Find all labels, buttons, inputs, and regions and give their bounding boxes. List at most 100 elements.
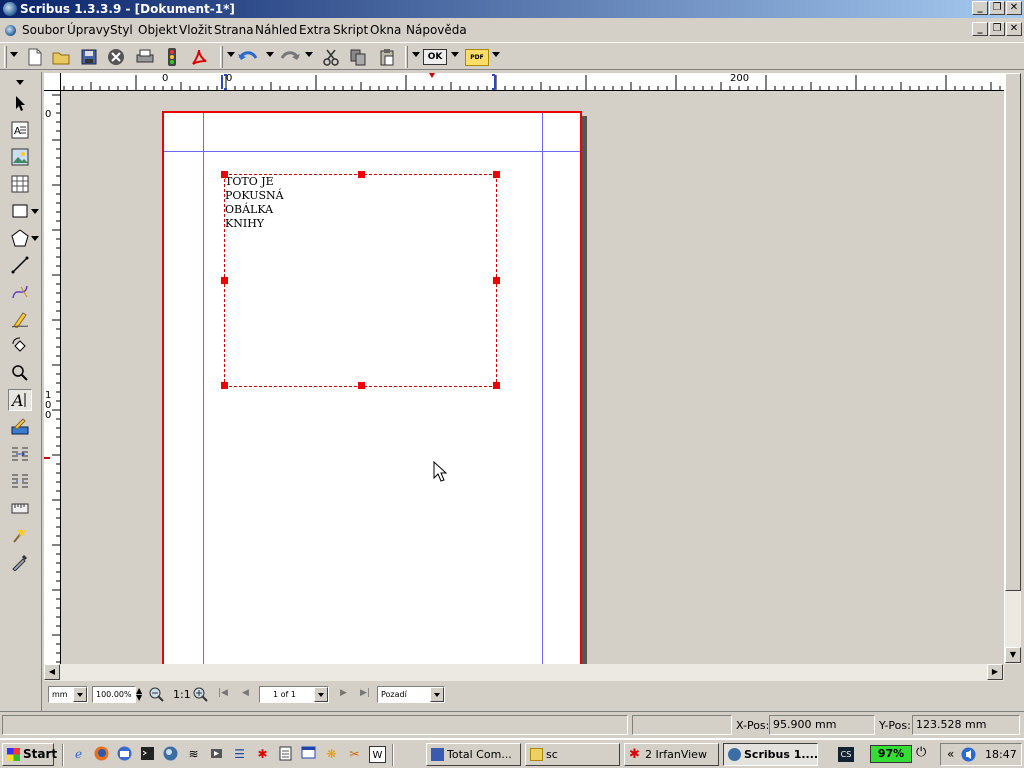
menu-okna[interactable]: Okna <box>370 23 401 37</box>
resize-handle[interactable] <box>221 171 228 178</box>
scroll-left-button[interactable]: ◀ <box>44 664 60 680</box>
zoom-input[interactable]: 100.00% <box>92 686 136 703</box>
measurements-icon[interactable] <box>8 497 32 519</box>
start-button[interactable]: Start <box>2 743 57 766</box>
save-icon[interactable] <box>78 46 100 68</box>
battery-indicator[interactable]: 97% <box>870 745 912 763</box>
doc-minimize-button[interactable]: _ <box>972 22 988 36</box>
console-icon[interactable] <box>139 746 156 763</box>
paste-icon[interactable] <box>376 46 398 68</box>
table-icon[interactable] <box>8 173 32 195</box>
edit-text-icon[interactable]: A <box>8 389 32 411</box>
freehand-line-icon[interactable] <box>8 308 32 330</box>
undo-icon[interactable] <box>237 46 259 68</box>
doc-close-button[interactable]: ✕ <box>1006 22 1022 36</box>
rotate-icon[interactable] <box>8 335 32 357</box>
menu-extra[interactable]: Extra <box>299 23 331 37</box>
language-indicator[interactable]: CS <box>838 747 854 762</box>
story-editor-icon[interactable] <box>8 416 32 438</box>
menu-objekt[interactable]: Objekt <box>138 23 177 37</box>
cut-icon[interactable] <box>320 46 342 68</box>
paint-icon[interactable]: ❋ <box>323 746 340 763</box>
list-app-icon[interactable]: ☰ <box>231 746 248 763</box>
zoom-out-icon[interactable] <box>148 686 164 705</box>
select-arrow-icon[interactable] <box>8 92 32 114</box>
open-folder-icon[interactable] <box>50 46 72 68</box>
last-page-icon[interactable]: ▶| <box>360 688 370 698</box>
chevron-down-icon[interactable] <box>16 80 24 85</box>
resize-handle[interactable] <box>493 277 500 284</box>
link-text-frames-icon[interactable] <box>8 443 32 465</box>
ok-button[interactable]: OK <box>423 49 447 65</box>
new-document-icon[interactable] <box>24 46 46 68</box>
globe-icon[interactable] <box>162 746 179 763</box>
chevron-down-icon[interactable] <box>314 687 328 702</box>
redo-icon[interactable] <box>279 46 301 68</box>
minimize-button[interactable]: _ <box>972 1 988 15</box>
chevron-down-icon[interactable] <box>430 687 444 702</box>
menu-vlozit[interactable]: Vložit <box>179 23 212 37</box>
task-irfanview[interactable]: ✱ 2 IrfanView <box>624 743 719 766</box>
pdf-tools-button[interactable]: PDF <box>465 49 489 66</box>
tools-icon[interactable]: ✂ <box>346 746 363 763</box>
bezier-icon[interactable] <box>8 281 32 303</box>
scroll-down-button[interactable]: ▼ <box>1005 647 1021 663</box>
task-folder-sc[interactable]: sc <box>525 743 620 766</box>
chevron-down-icon[interactable] <box>492 52 500 57</box>
copy-properties-icon[interactable] <box>8 524 32 546</box>
vertical-ruler[interactable]: 0 1 0 0 <box>44 91 61 664</box>
chevron-down-icon[interactable] <box>31 236 39 241</box>
close-document-icon[interactable] <box>105 46 127 68</box>
menu-napoveda[interactable]: Nápověda <box>406 23 467 37</box>
volume-icon[interactable] <box>961 747 976 765</box>
resize-handle[interactable] <box>358 382 365 389</box>
thunderbird-icon[interactable] <box>116 746 133 763</box>
media-icon[interactable] <box>208 746 225 763</box>
export-pdf-icon[interactable] <box>188 46 210 68</box>
toolbar-grip[interactable] <box>220 46 223 68</box>
document-icon[interactable] <box>5 25 16 36</box>
menu-skript[interactable]: Skript <box>333 23 368 37</box>
page-select[interactable]: 1 of 1 <box>259 686 329 703</box>
zoom-magnifier-icon[interactable] <box>8 362 32 384</box>
horizontal-scrollbar[interactable]: ◀ ▶ <box>44 664 1004 681</box>
word-icon[interactable]: W <box>369 746 386 763</box>
polygon-icon[interactable] <box>8 227 32 249</box>
resize-handle[interactable] <box>358 171 365 178</box>
scroll-right-button[interactable]: ▶ <box>987 664 1003 680</box>
chevron-down-icon[interactable] <box>266 52 274 57</box>
document-page[interactable]: TOTO JE POKUSNÁ OBÁLKA KNIHY <box>162 111 582 664</box>
notepad-icon[interactable] <box>277 746 294 763</box>
chevron-down-icon[interactable] <box>227 52 235 57</box>
image-frame-icon[interactable] <box>8 146 32 168</box>
chevron-down-icon[interactable] <box>73 687 87 702</box>
restore-button[interactable]: ❐ <box>989 1 1005 15</box>
close-button[interactable]: ✕ <box>1006 1 1022 15</box>
print-icon[interactable] <box>134 46 156 68</box>
horizontal-ruler[interactable]: 0 0 200 <box>44 73 1004 91</box>
eyedropper-icon[interactable] <box>8 551 32 573</box>
resize-handle[interactable] <box>221 382 228 389</box>
text-frame-icon[interactable]: A <box>8 119 32 141</box>
preflight-verifier-icon[interactable] <box>161 46 183 68</box>
zoom-in-icon[interactable] <box>192 686 208 705</box>
vertical-scrollbar[interactable]: ▼ <box>1004 73 1021 664</box>
layer-select[interactable]: Pozadí <box>377 686 445 703</box>
task-total-commander[interactable]: Total Com... <box>426 743 521 766</box>
app-launcher-icon[interactable]: ≋ <box>185 746 202 763</box>
irfanview-icon[interactable]: ✱ <box>254 746 271 763</box>
document-canvas[interactable]: TOTO JE POKUSNÁ OBÁLKA KNIHY <box>62 91 1004 664</box>
task-scribus[interactable]: Scribus 1.... <box>723 743 818 766</box>
rectangle-shape-icon[interactable] <box>8 200 32 222</box>
zoom-stepper-icon[interactable]: ▲ ▼ <box>136 687 142 702</box>
unit-select[interactable]: mm <box>48 686 88 703</box>
ie-browser-icon[interactable]: ℯ <box>70 746 87 763</box>
copy-icon[interactable] <box>347 46 369 68</box>
resize-handle[interactable] <box>493 171 500 178</box>
toolbar-grip[interactable] <box>4 46 7 68</box>
menu-styl[interactable]: Styl <box>110 23 133 37</box>
menu-strana[interactable]: Strana <box>214 23 254 37</box>
toolbar-grip[interactable] <box>405 46 408 68</box>
resize-handle[interactable] <box>221 277 228 284</box>
scrollbar-thumb[interactable] <box>1005 73 1021 591</box>
